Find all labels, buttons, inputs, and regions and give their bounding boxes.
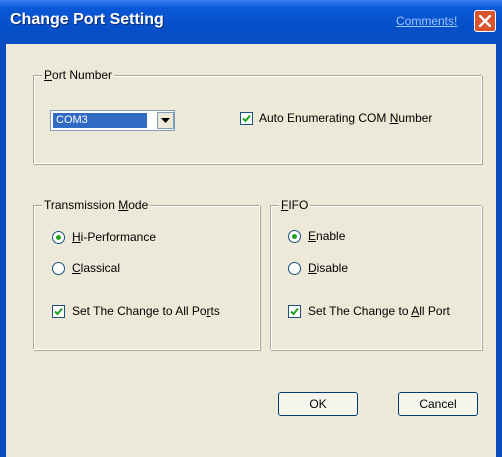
label-mnemonic: E (308, 229, 317, 243)
fifo-apply-all-label[interactable]: Set The Change to All Port (308, 304, 450, 318)
label-text: nable (316, 229, 346, 243)
auto-enumerating-label[interactable]: Auto Enumerating COM Number (259, 111, 432, 125)
legend-text: ode (128, 198, 149, 212)
port-select-dropdown-button[interactable] (157, 112, 174, 129)
label-mnemonic: C (72, 261, 81, 275)
port-select-value: COM3 (53, 113, 147, 128)
close-button[interactable] (474, 10, 496, 32)
window-border-right (496, 44, 502, 457)
transmission-mode-legend: Transmission Mode (42, 198, 151, 212)
transmission-apply-all-label[interactable]: Set The Change to All Ports (72, 304, 220, 318)
hi-performance-label[interactable]: Hi-Performance (72, 230, 156, 244)
fifo-group: FIFO (270, 198, 482, 350)
label-text: isable (316, 261, 349, 275)
legend-text: IFO (288, 198, 309, 212)
fifo-enable-label[interactable]: Enable (308, 229, 345, 243)
change-port-setting-dialog: Change Port Setting Comments! Port Numbe… (0, 0, 502, 457)
legend-mnemonic: P (44, 68, 53, 82)
port-number-legend: Port Number (42, 68, 115, 82)
auto-enumerating-checkbox[interactable] (240, 112, 253, 125)
checkmark-icon (54, 307, 63, 316)
transmission-mode-group: Transmission Mode (33, 198, 260, 350)
label-text: umber (398, 111, 433, 125)
legend-text: ort Number (52, 68, 113, 82)
chevron-down-icon (161, 118, 170, 123)
ok-button[interactable]: OK (278, 392, 358, 416)
cancel-button[interactable]: Cancel (398, 392, 478, 416)
label-text: ll Port (419, 304, 450, 318)
label-text: ts (210, 304, 220, 318)
label-mnemonic: H (72, 230, 81, 244)
port-select[interactable]: COM3 (50, 110, 175, 131)
title-bar[interactable]: Change Port Setting Comments! (0, 0, 502, 44)
hi-performance-radio[interactable] (52, 231, 65, 244)
label-text: Set The Change to All Po (72, 304, 207, 318)
radio-selected-dot (56, 235, 61, 240)
fifo-apply-all-checkbox[interactable] (288, 305, 301, 318)
fifo-enable-radio[interactable] (288, 230, 301, 243)
transmission-apply-all-checkbox[interactable] (52, 305, 65, 318)
label-text: Auto Enumerating COM (259, 111, 390, 125)
window-title: Change Port Setting (10, 11, 164, 28)
checkmark-icon (242, 114, 251, 123)
label-mnemonic: D (308, 261, 317, 275)
label-text: lassical (80, 261, 121, 275)
label-text: Set The Change to (308, 304, 412, 318)
fifo-legend: FIFO (279, 198, 311, 212)
legend-mnemonic: M (118, 198, 129, 212)
window-border-left (0, 44, 6, 457)
comments-link[interactable]: Comments! (396, 14, 457, 28)
legend-text: Transmission (44, 198, 119, 212)
classical-radio[interactable] (52, 262, 65, 275)
checkmark-icon (290, 307, 299, 316)
fifo-disable-radio[interactable] (288, 262, 301, 275)
radio-selected-dot (292, 234, 297, 239)
classical-label[interactable]: Classical (72, 261, 120, 275)
close-icon (479, 15, 491, 27)
label-text: i-Performance (80, 230, 157, 244)
fifo-disable-label[interactable]: Disable (308, 261, 348, 275)
